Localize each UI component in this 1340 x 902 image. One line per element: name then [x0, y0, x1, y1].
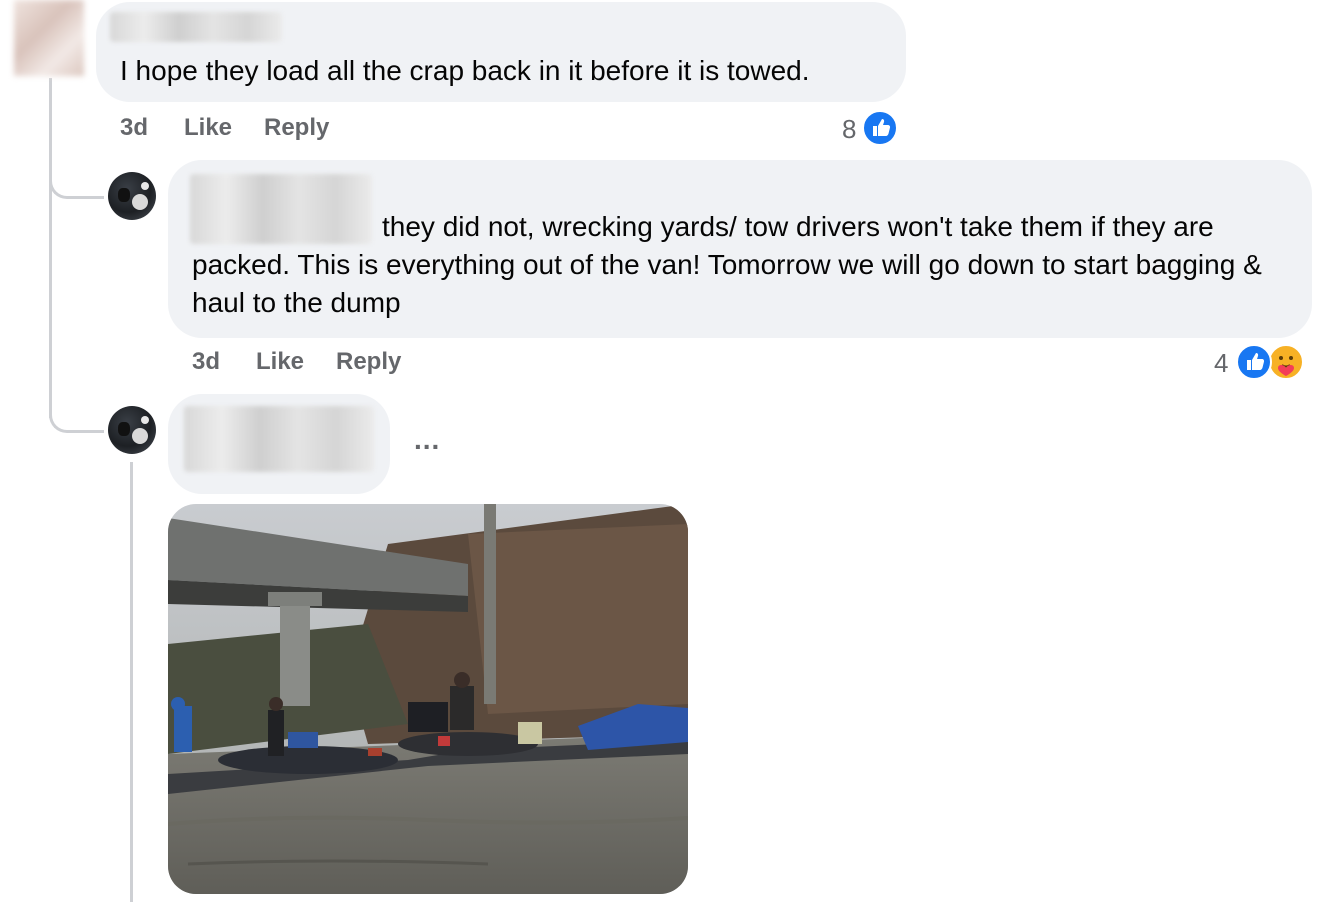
avatar-commenter-1[interactable] — [14, 0, 84, 76]
comment-actions-2: 3d Like Reply — [192, 348, 492, 378]
timestamp[interactable]: 3d — [120, 114, 148, 142]
thread-connector-1 — [49, 150, 104, 199]
comment-actions-1: 3d Like Reply — [120, 114, 420, 144]
more-options-button[interactable]: ... — [414, 424, 440, 456]
timestamp[interactable]: 3d — [192, 348, 220, 376]
thread-line-reply — [130, 462, 133, 902]
comment-photo[interactable] — [168, 504, 688, 894]
like-icon — [862, 110, 898, 146]
author-name-redacted[interactable] — [184, 406, 374, 472]
care-icon — [1268, 344, 1304, 380]
thread-connector-2 — [49, 384, 104, 433]
comment-text: I hope they load all the crap back in it… — [120, 55, 810, 86]
reply-button[interactable]: Reply — [336, 348, 401, 376]
reaction-count: 4 — [1214, 348, 1229, 378]
avatar-commenter-3[interactable] — [108, 406, 156, 454]
avatar-commenter-2[interactable] — [108, 172, 156, 220]
like-icon — [1236, 344, 1272, 380]
comment-bubble-1: I hope they load all the crap back in it… — [96, 2, 906, 102]
like-button[interactable]: Like — [256, 348, 304, 376]
reaction-count: 8 — [842, 114, 857, 144]
comment-bubble-2: they did not, wrecking yards/ tow driver… — [168, 160, 1312, 338]
comment-bubble-3 — [168, 394, 390, 494]
author-name-redacted[interactable] — [110, 12, 282, 42]
comment-text: they did not, wrecking yards/ tow driver… — [192, 211, 1262, 318]
reply-button[interactable]: Reply — [264, 114, 329, 142]
thread-line-main — [49, 78, 52, 418]
like-button[interactable]: Like — [184, 114, 232, 142]
